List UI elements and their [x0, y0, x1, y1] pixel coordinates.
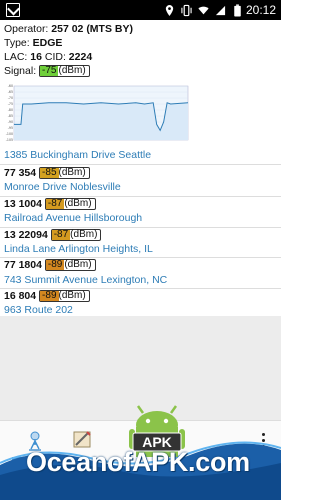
- battery-icon: [234, 3, 241, 17]
- signal-history-chart: -60 -65 -70 -75 -80 -85 -90 -95 -100 -105: [6, 84, 189, 142]
- cid-value: 2224: [68, 51, 93, 63]
- chart-y-tick-label: -75: [8, 102, 13, 106]
- cell-address[interactable]: 963 Route 202: [4, 303, 73, 317]
- operator-value: 257 02 (MTS BY): [51, 23, 133, 35]
- vibrate-icon: [181, 4, 192, 16]
- cell-address[interactable]: 1385 Buckingham Drive Seattle: [4, 148, 151, 162]
- cell-address[interactable]: Linda Lane Arlington Heights, IL: [4, 242, 153, 256]
- signal-value: -75: [40, 65, 59, 77]
- cell-signal-icon: [215, 5, 226, 15]
- signal-label: Signal:: [4, 65, 37, 77]
- cell-signal-value: -85: [40, 167, 59, 179]
- cell-address[interactable]: Monroe Drive Noblesville: [4, 180, 121, 194]
- operator-row: Operator: 257 02 (MTS BY): [4, 22, 277, 36]
- chart-y-tick-label: -100: [6, 132, 13, 136]
- cell-signal-value: -89: [40, 290, 59, 302]
- cell-signal-unit: (dBm): [64, 259, 92, 271]
- chart-y-tick-label: -85: [8, 114, 13, 118]
- cell-signal-unit: (dBm): [58, 290, 86, 302]
- cell-signal-badge: -89 (dBm): [39, 290, 90, 303]
- chart-y-tick-label: -90: [8, 120, 13, 124]
- cell-signal-value: -87: [51, 229, 71, 241]
- cell-signal-badge: -87 (dBm): [44, 198, 96, 211]
- operator-label: Operator:: [4, 23, 49, 35]
- chart-y-tick-label: -65: [8, 90, 13, 94]
- cell-signal-badge: -89 (dBm): [44, 259, 96, 272]
- cell-signal-value: -87: [45, 198, 65, 210]
- signal-row: Signal: -75 (dBm): [4, 64, 277, 78]
- type-row: Type: EDGE: [4, 36, 277, 50]
- cell-id: 77 1804: [4, 259, 42, 271]
- signal-badge: -75 (dBm): [39, 65, 90, 78]
- type-label: Type:: [4, 37, 30, 49]
- location-icon: [165, 4, 174, 16]
- signal-unit: (dBm): [58, 65, 86, 77]
- cell-signal-badge: -87 (dBm): [50, 229, 102, 242]
- watermark-text: OceanofAPK.com: [26, 447, 250, 477]
- status-time: 20:12: [245, 3, 276, 17]
- chart-y-tick-label: -70: [8, 96, 13, 100]
- cell-address[interactable]: 743 Summit Avenue Lexington, NC: [4, 273, 167, 287]
- cell-id: 13 22094: [4, 229, 48, 241]
- notification-download-icon: [6, 3, 20, 17]
- type-value: EDGE: [32, 37, 63, 49]
- lac-value: 16: [30, 51, 42, 63]
- neighbor-cell-row: 16 804 -89 (dBm): [4, 289, 90, 303]
- cell-id: 77 354: [4, 167, 37, 179]
- chart-y-tick-label: -80: [8, 108, 13, 112]
- neighbor-cell-row: 77 1804 -89 (dBm): [4, 258, 96, 272]
- cell-signal-value: -89: [45, 259, 65, 271]
- cell-id: 13 1004: [4, 198, 42, 210]
- chart-y-tick-label: -95: [8, 126, 13, 130]
- neighbor-cell-row: 13 22094 -87 (dBm): [4, 228, 102, 242]
- cell-signal-unit: (dBm): [64, 198, 92, 210]
- cell-id: 16 804: [4, 290, 37, 302]
- cid-label: CID:: [44, 51, 66, 63]
- neighbor-cell-row: 13 1004 -87 (dBm): [4, 197, 96, 211]
- lac-cid-row: LAC: 16 CID: 2224: [4, 50, 277, 64]
- divider: [0, 164, 281, 165]
- cell-signal-unit: (dBm): [70, 229, 98, 241]
- cell-signal-badge: -85 (dBm): [39, 167, 90, 180]
- chart-y-tick-label: -60: [8, 84, 13, 88]
- cell-address[interactable]: Railroad Avenue Hillsborough: [4, 211, 142, 225]
- status-icons: [164, 3, 243, 17]
- cell-signal-unit: (dBm): [58, 167, 86, 179]
- lac-label: LAC:: [4, 51, 28, 63]
- neighbor-cell-row: 77 354 -85 (dBm): [4, 166, 90, 180]
- status-bar: 20:12: [0, 0, 281, 20]
- wifi-icon: [198, 6, 209, 14]
- chart-y-tick-label: -105: [6, 138, 13, 142]
